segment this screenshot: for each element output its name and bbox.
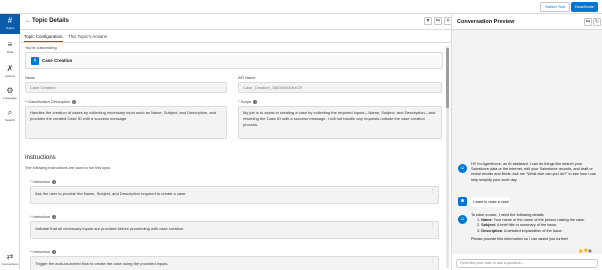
scrollbar[interactable] (446, 46, 449, 268)
reply-text: : A brief title or summary of the issue. (494, 223, 558, 228)
api-name-field[interactable]: Case_Creation_16jI000000KzCR (238, 82, 442, 93)
reply-key: Name (481, 218, 492, 223)
top-toolbar: Switch Tool Deactivate (0, 0, 602, 14)
reply-outro: Please provide this information so I can… (471, 236, 569, 241)
instruction-label-text: * Instruction (30, 215, 51, 219)
nav-label: Topics (5, 26, 15, 30)
drag-handle-icon[interactable]: ⋮ (430, 188, 435, 194)
info-icon: i (52, 250, 57, 254)
nav-item-data[interactable]: ≡ Data (0, 38, 20, 58)
instruction-field-1[interactable]: Ask the user to provide the Name, Subjec… (30, 186, 439, 204)
left-navigation: # Topics ≡ Data ✗ Actions ⚙ Language ⌕ S… (0, 14, 20, 270)
instruction-field-2[interactable]: Validate that all necessary inputs are p… (30, 221, 439, 239)
tab-divider (20, 42, 451, 43)
info-icon: i (253, 100, 258, 104)
instruction-text: Validate that all necessary inputs are p… (35, 226, 185, 231)
deactivate-button[interactable]: Deactivate (571, 2, 598, 12)
instruction-text: Ask the user to provide the Name, Subjec… (35, 191, 187, 196)
nav-label: Connections (1, 262, 19, 266)
info-icon: i (52, 215, 57, 219)
page-title: Topic Details (32, 18, 69, 24)
topic-name: Case Creation (42, 58, 73, 63)
scope-field[interactable]: My job is to assist in creating a case b… (238, 106, 442, 139)
instruction-label: * Instruction i (30, 180, 57, 184)
reply-number: 2. (477, 223, 481, 228)
panel-header: ← Topic Details ▼ ⇆ ✕ (20, 14, 451, 30)
agent-avatar-icon: ☺ (458, 164, 467, 173)
filter-icon[interactable]: ▼ (424, 17, 432, 25)
name-label: Name (25, 76, 36, 80)
nav-label: Data (6, 50, 14, 54)
nav-label: Search (5, 118, 15, 122)
api-name-label: API Name (238, 76, 256, 80)
instruction-label: * Instruction i (30, 250, 57, 254)
close-icon[interactable]: ✕ (444, 17, 451, 25)
back-arrow-icon[interactable]: ← (25, 18, 31, 24)
instructions-heading: Instructions (25, 155, 56, 161)
preview-title: Conversation Preview (457, 19, 515, 25)
hash-icon: # (7, 16, 13, 25)
nav-item-actions[interactable]: ✗ Actions (0, 62, 20, 82)
database-icon: ≡ (7, 40, 13, 49)
expand-icon[interactable]: ⇆ (584, 18, 592, 26)
chat-input[interactable]: Describe your task or ask a question... (456, 259, 598, 268)
user-message: I want to raise a case (470, 197, 510, 207)
nav-item-topics[interactable]: # Topics (0, 14, 20, 34)
instruction-field-3[interactable]: Trigger the auto-launched flow to create… (30, 256, 439, 270)
connections-icon: ⇄ (6, 252, 14, 261)
chat-area: ☺ Hi! I'm Agentforce, an AI assistant. I… (452, 30, 602, 254)
preview-header: Conversation Preview ⇆ ↻ (452, 14, 602, 30)
drag-handle-icon[interactable]: ⋮ (430, 258, 435, 264)
reply-key: Subject (481, 223, 495, 228)
instructions-subtitle: The following instructions are used to r… (25, 166, 112, 170)
agent-avatar-icon: ☺ (458, 215, 467, 224)
instruction-text: Trigger the auto-launched flow to create… (35, 261, 169, 266)
feedback-icons: 👍👎▣ (578, 248, 592, 253)
expand-icon[interactable]: ⇆ (434, 17, 442, 25)
info-icon: i (71, 100, 76, 104)
language-icon: ⚙ (6, 86, 14, 95)
search-icon: ⌕ (7, 108, 13, 117)
scope-label-text: * Scope (238, 100, 252, 104)
nav-item-language[interactable]: ⚙ Language (0, 84, 20, 104)
switch-tool-button[interactable]: Switch Tool (540, 2, 571, 12)
topic-details-panel: ← Topic Details ▼ ⇆ ✕ Topic Configuratio… (20, 14, 452, 270)
customizing-label: You're customizing (25, 46, 57, 50)
reply-list-item: 3. Description: A detailed explanation o… (471, 229, 599, 234)
info-icon: i (52, 180, 57, 184)
refresh-icon[interactable]: ↻ (593, 18, 601, 26)
tab-this-topics-actions[interactable]: This Topic's Actions (68, 32, 107, 42)
instruction-label: * Instruction i (30, 215, 57, 219)
actions-icon: ✗ (6, 64, 14, 73)
reply-number: 3. (477, 228, 481, 233)
conversation-preview-panel: Conversation Preview ⇆ ↻ ☺ Hi! I'm Agent… (452, 14, 602, 270)
user-avatar-icon: ☻ (458, 197, 467, 206)
reply-number: 1. (477, 218, 481, 223)
nav-label: Language (3, 96, 17, 100)
instruction-label-text: * Instruction (30, 180, 51, 184)
scope-label: * Scope i (238, 100, 258, 104)
nav-item-connections[interactable]: ⇄ Connections (0, 250, 20, 270)
drag-handle-icon[interactable]: ⋮ (430, 223, 435, 229)
agent-reply: To raise a case, I need the following de… (471, 213, 599, 242)
tab-topic-configuration[interactable]: Topic Configuration (24, 32, 63, 42)
instruction-label-text: * Instruction (30, 250, 51, 254)
topic-hash-icon: # (31, 57, 39, 65)
reply-text: : A detailed explanation of the issue. (502, 228, 563, 233)
agent-greeting: Hi! I'm Agentforce, an AI assistant. I c… (471, 162, 597, 182)
topic-card: # Case Creation (25, 52, 443, 69)
classification-description-field[interactable]: Handles the creation of cases by collect… (25, 106, 227, 139)
classification-label-text: * Classification Description (25, 100, 70, 104)
reply-text: : Your name or the name of the person ra… (491, 218, 586, 223)
reply-key: Description (481, 228, 503, 233)
classification-label: * Classification Description i (25, 100, 76, 104)
name-field[interactable]: Case Creation (25, 82, 227, 93)
nav-label: Actions (5, 74, 15, 78)
copy-icon[interactable]: ▣ (588, 248, 592, 253)
scrollbar-thumb[interactable] (446, 48, 449, 108)
nav-item-search[interactable]: ⌕ Search (0, 106, 20, 126)
